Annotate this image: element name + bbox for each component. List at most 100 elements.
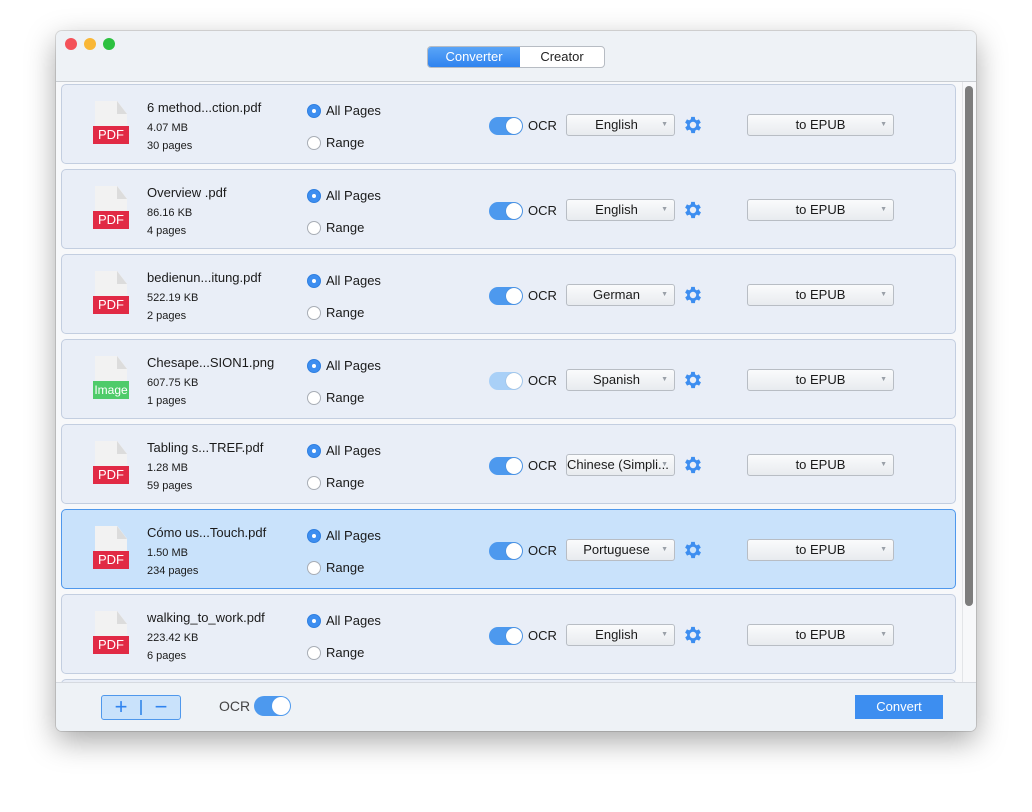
ocr-language-select[interactable]: English ▼ — [566, 624, 675, 646]
all-pages-option[interactable]: All Pages — [307, 613, 381, 628]
toggle-knob — [506, 458, 522, 474]
gear-icon[interactable] — [682, 624, 704, 646]
file-type-icon: PDF — [93, 186, 129, 232]
maximize-window-button[interactable] — [103, 38, 115, 50]
range-option[interactable]: Range — [307, 645, 364, 660]
close-window-button[interactable] — [65, 38, 77, 50]
chevron-down-icon: ▼ — [661, 121, 668, 128]
ocr-label: OCR — [528, 118, 557, 133]
file-type-badge: PDF — [93, 211, 129, 229]
ocr-toggle[interactable] — [489, 457, 523, 475]
ocr-toggle[interactable] — [489, 287, 523, 305]
output-format-select[interactable]: to EPUB ▼ — [747, 199, 894, 221]
all-pages-option[interactable]: All Pages — [307, 103, 381, 118]
ocr-language-value: English — [595, 202, 638, 217]
scrollbar-thumb[interactable] — [965, 86, 973, 606]
range-option[interactable]: Range — [307, 220, 364, 235]
output-format-value: to EPUB — [795, 287, 846, 302]
output-format-select[interactable]: to EPUB ▼ — [747, 454, 894, 476]
output-format-select[interactable]: to EPUB ▼ — [747, 539, 894, 561]
file-size: 223.42 KB — [147, 632, 199, 644]
chevron-down-icon: ▼ — [880, 121, 887, 128]
all-pages-radio[interactable] — [307, 188, 321, 203]
ocr-language-select[interactable]: German ▼ — [566, 284, 675, 306]
ocr-language-select[interactable]: Chinese (Simpli... ▼ — [566, 454, 675, 476]
all-pages-label: All Pages — [326, 443, 381, 458]
file-list: PDF 6 method...ction.pdf 4.07 MB 30 page… — [56, 82, 976, 682]
minimize-window-button[interactable] — [84, 38, 96, 50]
ocr-toggle[interactable] — [489, 542, 523, 560]
file-row[interactable]: PDF Tabling s...TREF.pdf 1.28 MB 59 page… — [61, 424, 956, 504]
ocr-toggle[interactable] — [489, 372, 523, 390]
gear-icon[interactable] — [682, 284, 704, 306]
tab-creator[interactable]: Creator — [520, 47, 604, 67]
range-option[interactable]: Range — [307, 135, 364, 150]
range-radio[interactable] — [307, 135, 321, 150]
ocr-toggle[interactable] — [489, 627, 523, 645]
all-pages-option[interactable]: All Pages — [307, 528, 381, 543]
all-pages-radio[interactable] — [307, 528, 321, 543]
output-format-value: to EPUB — [795, 457, 846, 472]
gear-icon[interactable] — [682, 539, 704, 561]
all-pages-radio[interactable] — [307, 273, 321, 288]
all-pages-option[interactable]: All Pages — [307, 358, 381, 373]
file-type-icon: PDF — [93, 526, 129, 572]
gear-icon[interactable] — [682, 454, 704, 476]
all-pages-radio[interactable] — [307, 613, 321, 628]
range-option[interactable]: Range — [307, 475, 364, 490]
file-row[interactable]: PDF Overview .pdf 86.16 KB 4 pages All P… — [61, 169, 956, 249]
remove-file-button[interactable]: − — [142, 696, 180, 719]
range-radio[interactable] — [307, 305, 321, 320]
all-pages-radio[interactable] — [307, 358, 321, 373]
range-radio[interactable] — [307, 220, 321, 235]
ocr-toggle[interactable] — [489, 117, 523, 135]
all-pages-option[interactable]: All Pages — [307, 443, 381, 458]
all-pages-option[interactable]: All Pages — [307, 273, 381, 288]
ocr-label: OCR — [528, 203, 557, 218]
range-radio[interactable] — [307, 645, 321, 660]
range-option[interactable]: Range — [307, 390, 364, 405]
file-name: walking_to_work.pdf — [147, 610, 265, 625]
range-radio[interactable] — [307, 390, 321, 405]
ocr-language-select[interactable]: Portuguese ▼ — [566, 539, 675, 561]
file-row[interactable]: PDF 6 method...ction.pdf 4.07 MB 30 page… — [61, 84, 956, 164]
toggle-knob — [506, 288, 522, 304]
gear-icon[interactable] — [682, 114, 704, 136]
output-format-select[interactable]: to EPUB ▼ — [747, 624, 894, 646]
all-pages-radio[interactable] — [307, 103, 321, 118]
ocr-language-select[interactable]: Spanish ▼ — [566, 369, 675, 391]
range-option[interactable]: Range — [307, 560, 364, 575]
ocr-language-select[interactable]: English ▼ — [566, 199, 675, 221]
gear-icon[interactable] — [682, 369, 704, 391]
output-format-select[interactable]: to EPUB ▼ — [747, 114, 894, 136]
file-row[interactable]: PDF walking_to_work.pdf 223.42 KB 6 page… — [61, 594, 956, 674]
range-radio[interactable] — [307, 560, 321, 575]
file-row[interactable]: PDF bedienun...itung.pdf 522.19 KB 2 pag… — [61, 254, 956, 334]
output-format-select[interactable]: to EPUB ▼ — [747, 284, 894, 306]
toggle-knob — [506, 543, 522, 559]
file-row[interactable]: PDF Cómo us...Touch.pdf 1.50 MB 234 page… — [61, 509, 956, 589]
file-row[interactable]: Image Chesape...SION1.png 607.75 KB 1 pa… — [61, 339, 956, 419]
convert-button[interactable]: Convert — [855, 695, 943, 719]
all-pages-option[interactable]: All Pages — [307, 188, 381, 203]
ocr-language-select[interactable]: English ▼ — [566, 114, 675, 136]
tab-converter[interactable]: Converter — [428, 47, 520, 67]
all-pages-radio[interactable] — [307, 443, 321, 458]
gear-icon[interactable] — [682, 199, 704, 221]
ocr-toggle[interactable] — [489, 202, 523, 220]
global-ocr-toggle[interactable] — [254, 696, 291, 716]
range-option[interactable]: Range — [307, 305, 364, 320]
app-window: Converter Creator PDF 6 method...ction.p… — [56, 31, 976, 731]
ocr-label: OCR — [528, 543, 557, 558]
file-size: 1.50 MB — [147, 547, 188, 559]
range-radio[interactable] — [307, 475, 321, 490]
file-name: Cómo us...Touch.pdf — [147, 525, 267, 540]
output-format-select[interactable]: to EPUB ▼ — [747, 369, 894, 391]
add-file-button[interactable]: + — [102, 696, 140, 719]
ocr-language-value: Spanish — [593, 372, 640, 387]
file-page-count: 59 pages — [147, 480, 193, 492]
file-page-count: 30 pages — [147, 140, 193, 152]
ocr-language-value: German — [593, 287, 640, 302]
chevron-down-icon: ▼ — [880, 291, 887, 298]
ocr-label: OCR — [528, 288, 557, 303]
